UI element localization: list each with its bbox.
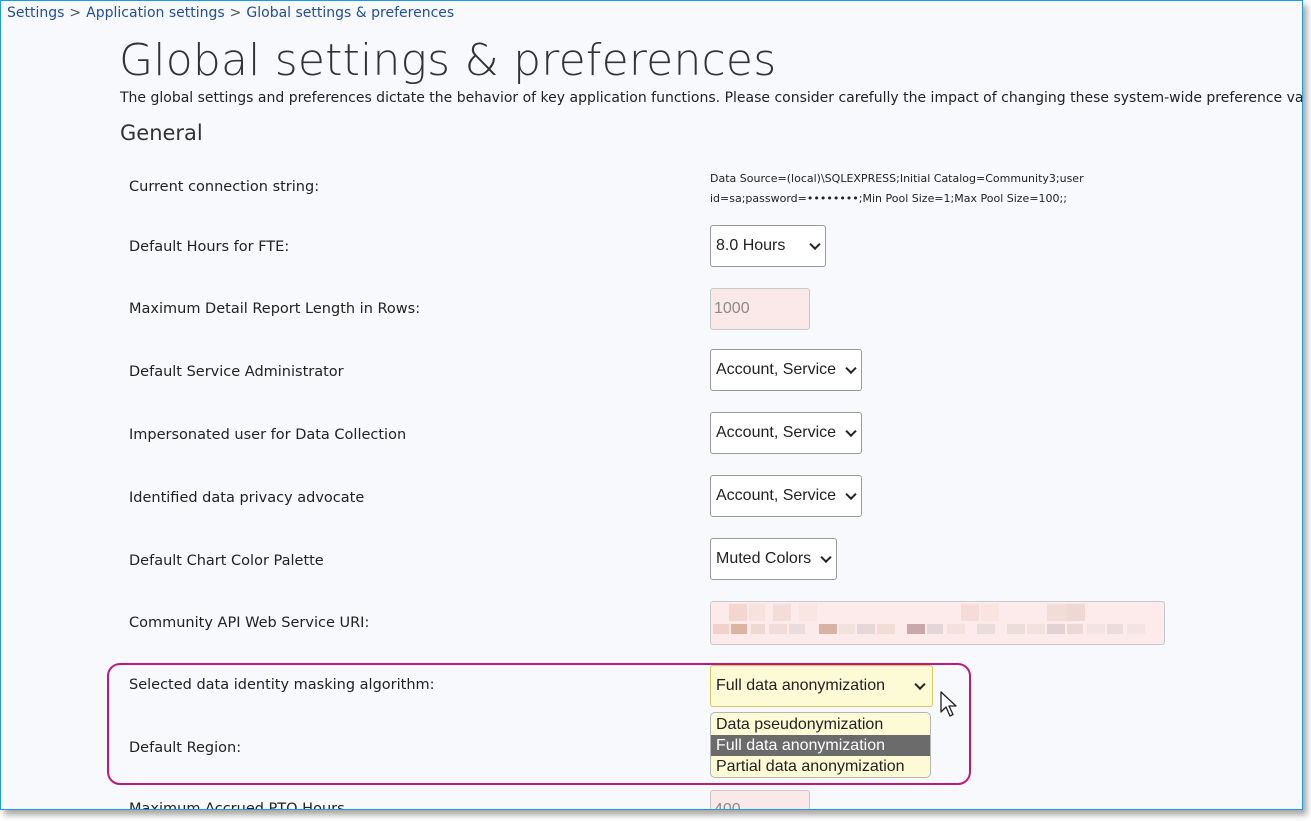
privacy-advocate-label: Identified data privacy advocate xyxy=(129,490,365,506)
connection-string-line-2: id=sa;password=••••••••;Min Pool Size=1;… xyxy=(710,192,1067,205)
max-accrued-pto-input[interactable]: 400 xyxy=(710,790,810,810)
section-title-general: General xyxy=(120,121,203,145)
breadcrumb-application-settings[interactable]: Application settings xyxy=(86,5,225,21)
impersonated-user-value: Account, Service xyxy=(716,424,837,441)
community-api-uri-input[interactable] xyxy=(710,601,1165,645)
chevron-down-icon xyxy=(820,551,832,564)
connection-string-line-1: Data Source=(local)\SQLEXPRESS;Initial C… xyxy=(710,172,1084,185)
chevron-down-icon xyxy=(845,362,857,375)
breadcrumb-separator: > xyxy=(229,5,242,21)
default-hours-fte-label: Default Hours for FTE: xyxy=(129,239,290,255)
redacted-blur-pattern xyxy=(713,604,1145,634)
breadcrumb-global-settings[interactable]: Global settings & preferences xyxy=(246,5,454,21)
default-service-admin-label: Default Service Administrator xyxy=(129,364,344,380)
max-detail-report-input[interactable]: 1000 xyxy=(710,288,810,330)
masking-option-partial-anonymization[interactable]: Partial data anonymization xyxy=(711,756,930,777)
masking-algorithm-select[interactable]: Full data anonymization xyxy=(710,665,933,707)
page-description: The global settings and preferences dict… xyxy=(120,90,1303,106)
max-accrued-pto-label: Maximum Accrued PTO Hours xyxy=(129,801,345,810)
chevron-down-icon xyxy=(845,425,857,438)
app-window: Settings > Application settings > Global set… xyxy=(0,0,1303,810)
page-title: Global settings & preferences xyxy=(119,35,777,86)
impersonated-user-label: Impersonated user for Data Collection xyxy=(129,427,407,443)
masking-option-full-anonymization[interactable]: Full data anonymization xyxy=(711,735,930,756)
privacy-advocate-select[interactable]: Account, Service xyxy=(710,475,862,517)
default-service-admin-value: Account, Service xyxy=(716,361,837,378)
connection-string-label: Current connection string: xyxy=(129,179,320,195)
breadcrumb-settings[interactable]: Settings xyxy=(7,5,64,21)
chevron-down-icon xyxy=(845,488,857,501)
masking-algorithm-value: Full data anonymization xyxy=(716,677,885,694)
chevron-down-icon xyxy=(809,238,821,251)
default-service-admin-select[interactable]: Account, Service xyxy=(710,349,862,391)
impersonated-user-select[interactable]: Account, Service xyxy=(710,412,862,454)
breadcrumb-separator: > xyxy=(69,5,82,21)
chart-color-palette-label: Default Chart Color Palette xyxy=(129,553,324,569)
masking-algorithm-dropdown: Data pseudonymization Full data anonymiz… xyxy=(710,712,931,778)
default-region-label: Default Region: xyxy=(129,740,242,756)
chart-color-palette-value: Muted Colors xyxy=(716,550,812,567)
breadcrumb: Settings > Application settings > Global set… xyxy=(7,5,454,21)
max-detail-report-label: Maximum Detail Report Length in Rows: xyxy=(129,301,421,317)
privacy-advocate-value: Account, Service xyxy=(716,487,837,504)
chart-color-palette-select[interactable]: Muted Colors xyxy=(710,538,837,580)
max-accrued-pto-placeholder: 400 xyxy=(714,801,741,810)
default-hours-fte-value: 8.0 Hours xyxy=(716,237,786,254)
masking-option-pseudonymization[interactable]: Data pseudonymization xyxy=(711,714,930,735)
mouse-pointer-icon xyxy=(940,691,957,717)
connection-string-value: Data Source=(local)\SQLEXPRESS;Initial C… xyxy=(710,169,1110,209)
max-detail-report-placeholder: 1000 xyxy=(714,300,750,317)
chevron-down-icon xyxy=(914,678,926,691)
community-api-uri-label: Community API Web Service URI: xyxy=(129,615,370,631)
masking-algorithm-label: Selected data identity masking algorithm… xyxy=(129,677,435,693)
default-hours-fte-select[interactable]: 8.0 Hours xyxy=(710,225,826,267)
